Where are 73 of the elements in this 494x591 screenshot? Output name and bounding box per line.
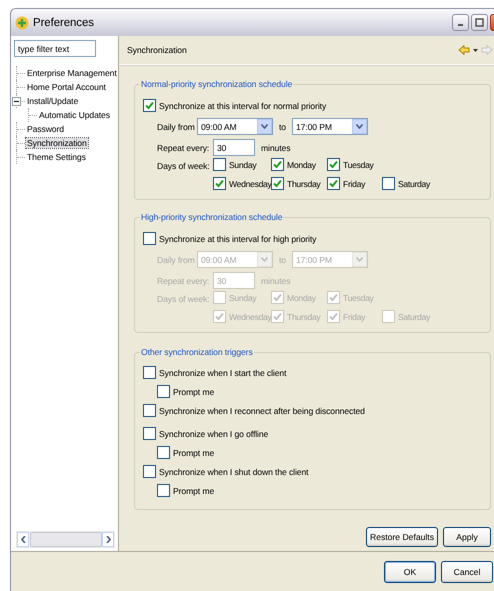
checkbox-label[interactable]: Saturday [398,178,430,188]
caret-icon [261,124,268,129]
minimize-button[interactable] [452,14,469,31]
field-label: to [278,254,287,264]
checkbox-label[interactable]: Synchronize when I start the client [159,368,286,378]
ok-button[interactable]: OK [384,561,436,583]
cancel-button[interactable]: Cancel [441,561,493,583]
checkbox[interactable] [327,177,340,190]
tree-item[interactable]: Enterprise Management [26,68,118,78]
field-label: Days of week: [157,292,211,306]
page-title: Synchronization [127,45,188,55]
tree-item[interactable]: Synchronization [26,138,88,148]
restore-defaults-button[interactable]: Restore Defaults [366,527,438,547]
interval-field[interactable]: 30 [213,139,255,156]
tree-item[interactable]: Install/Update [26,96,80,106]
checkbox-label[interactable]: Friday [343,178,366,188]
checkbox-label[interactable]: Monday [287,160,316,170]
maximize-icon [475,18,484,27]
collapse-icon[interactable] [12,97,21,106]
checkbox-label[interactable]: Prompt me [173,486,214,496]
apply-button[interactable]: Apply [443,527,491,547]
tree-item[interactable]: Home Portal Account [26,82,107,92]
checkbox-label[interactable]: Synchronize when I go offline [159,428,268,438]
scroll-left-button[interactable] [17,532,29,547]
field-label: to [278,122,287,132]
checkbox-label[interactable]: Prompt me [173,386,214,396]
caret-icon [356,257,363,262]
checkbox-label[interactable]: Tuesday [343,160,374,170]
field-label: Daily from [157,122,196,132]
checkbox[interactable] [271,177,284,190]
group-title: Normal-priority synchronization schedule [140,79,294,89]
group-title: High-priority synchronization schedule [140,212,284,222]
checkbox-label[interactable]: Thursday [287,178,320,188]
checkbox[interactable] [327,158,340,171]
checkbox-label[interactable]: Synchronize when I reconnect after being disconnected [159,406,365,416]
maximize-button[interactable] [471,14,488,31]
scroll-right-button[interactable] [102,532,114,547]
tree-item[interactable]: Automatic Updates [38,110,111,120]
checkbox-label[interactable]: Wednesday [229,178,272,188]
checkbox[interactable] [157,446,170,459]
checkbox-label[interactable]: Sunday [229,160,256,170]
filter-field[interactable]: type filter text [14,40,96,57]
checkbox[interactable] [157,484,170,497]
checkbox[interactable] [143,404,156,417]
checkbox[interactable] [157,385,170,398]
field-label: Days of week: [157,160,211,173]
field-label: Repeat every: [157,276,210,286]
checkbox[interactable] [143,99,156,112]
unit-label: minutes [260,142,292,152]
window-title: Preferences [33,16,95,28]
unit-label: minutes [260,276,292,286]
app-icon [15,16,29,30]
horizontal-scrollbar[interactable] [16,531,115,548]
checkbox-label[interactable]: Prompt me [173,448,214,458]
field-label: Repeat every: [157,142,210,152]
group-title: Other synchronization triggers [140,347,254,357]
checkbox[interactable] [213,158,226,171]
checkbox[interactable] [271,158,284,171]
checkbox[interactable] [382,177,395,190]
caret-icon [261,257,268,262]
caret-icon [356,124,363,129]
tree-item[interactable]: Theme Settings [26,152,87,162]
tree-item[interactable]: Password [26,124,65,134]
checkbox-label[interactable]: Synchronize at this interval for normal priority [159,100,326,110]
checkbox[interactable] [143,366,156,379]
time-dropdown[interactable]: 17:00 PM [292,118,368,135]
checkbox[interactable] [143,465,156,478]
dropdown-caret-icon[interactable] [473,48,478,52]
checkbox[interactable] [143,427,156,440]
field-label: Daily from [157,254,196,264]
checkbox[interactable] [213,177,226,190]
checkbox-label[interactable]: Synchronize when I shut down the client [159,466,308,476]
time-dropdown[interactable]: 09:00 AM [197,118,273,135]
